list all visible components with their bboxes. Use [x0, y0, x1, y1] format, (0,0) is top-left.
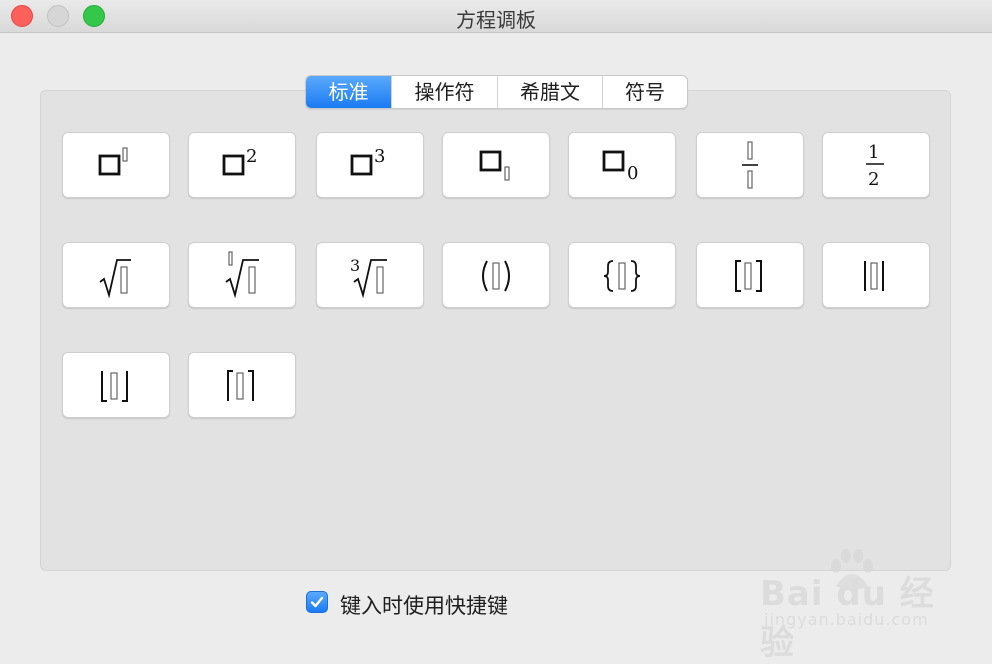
subscript-slot-icon	[479, 150, 510, 181]
ceiling-icon	[227, 370, 254, 401]
fraction-template-button[interactable]	[696, 132, 804, 198]
braces-template-button[interactable]	[568, 242, 676, 308]
denominator-label: 2	[868, 169, 879, 190]
square-root-icon	[99, 259, 131, 299]
tab-operators[interactable]: 操作符	[391, 76, 497, 108]
power-3-icon: 3	[350, 146, 385, 176]
one-half-template-button[interactable]: 1 2	[822, 132, 930, 198]
parentheses-icon	[482, 260, 510, 292]
exponent-3-label: 3	[374, 146, 385, 167]
tab-greek[interactable]: 希腊文	[497, 76, 602, 108]
subscript-template-button[interactable]	[442, 132, 550, 198]
shortcut-checkbox-label[interactable]: 键入时使用快捷键	[340, 590, 508, 620]
numerator-label: 1	[868, 142, 879, 163]
window-title: 方程调板	[456, 8, 536, 32]
floor-template-button[interactable]	[62, 352, 170, 418]
brackets-template-button[interactable]	[696, 242, 804, 308]
root-index-3-label: 3	[350, 256, 360, 275]
brackets-icon	[735, 260, 762, 292]
square-template-button[interactable]: 2	[188, 132, 296, 198]
tab-standard[interactable]: 标准	[306, 76, 391, 108]
subscript-zero-template-button[interactable]: 0	[568, 132, 676, 198]
ceiling-template-button[interactable]	[188, 352, 296, 418]
superscript-slot-icon	[98, 147, 128, 176]
cube-template-button[interactable]: 3	[316, 132, 424, 198]
cube-root-icon: 3	[350, 256, 387, 299]
tab-bar: 标准 操作符 希腊文 符号	[305, 75, 688, 109]
nth-root-icon	[225, 251, 259, 299]
floor-icon	[101, 371, 128, 402]
fraction-slots-icon	[742, 141, 758, 189]
baidu-jingyan-watermark: Bai du 经验 jingyan.baidu.com	[760, 548, 940, 663]
exponent-2-label: 2	[246, 146, 257, 167]
fraction-one-half-icon: 1 2	[866, 142, 884, 190]
vertical-bars-icon	[864, 261, 884, 291]
checkmark-icon	[310, 596, 324, 608]
absolute-value-template-button[interactable]	[822, 242, 930, 308]
power-2-icon: 2	[222, 146, 257, 176]
braces-icon	[603, 260, 641, 292]
cube-root-template-button[interactable]: 3	[316, 242, 424, 308]
subscript-0-icon: 0	[602, 150, 638, 184]
nth-root-template-button[interactable]	[188, 242, 296, 308]
superscript-template-button[interactable]	[62, 132, 170, 198]
tab-symbols[interactable]: 符号	[602, 76, 687, 108]
parentheses-template-button[interactable]	[442, 242, 550, 308]
title-bar[interactable]: 方程调板	[0, 0, 992, 33]
shortcut-checkbox[interactable]	[306, 591, 328, 613]
equation-palette-window: 方程调板 标准 操作符 希腊文 符号 2 3 0 1 2 3 键入时使用快捷键 …	[0, 0, 992, 663]
square-root-template-button[interactable]	[62, 242, 170, 308]
watermark-site: jingyan.baidu.com	[764, 610, 929, 629]
subscript-0-label: 0	[627, 163, 638, 184]
